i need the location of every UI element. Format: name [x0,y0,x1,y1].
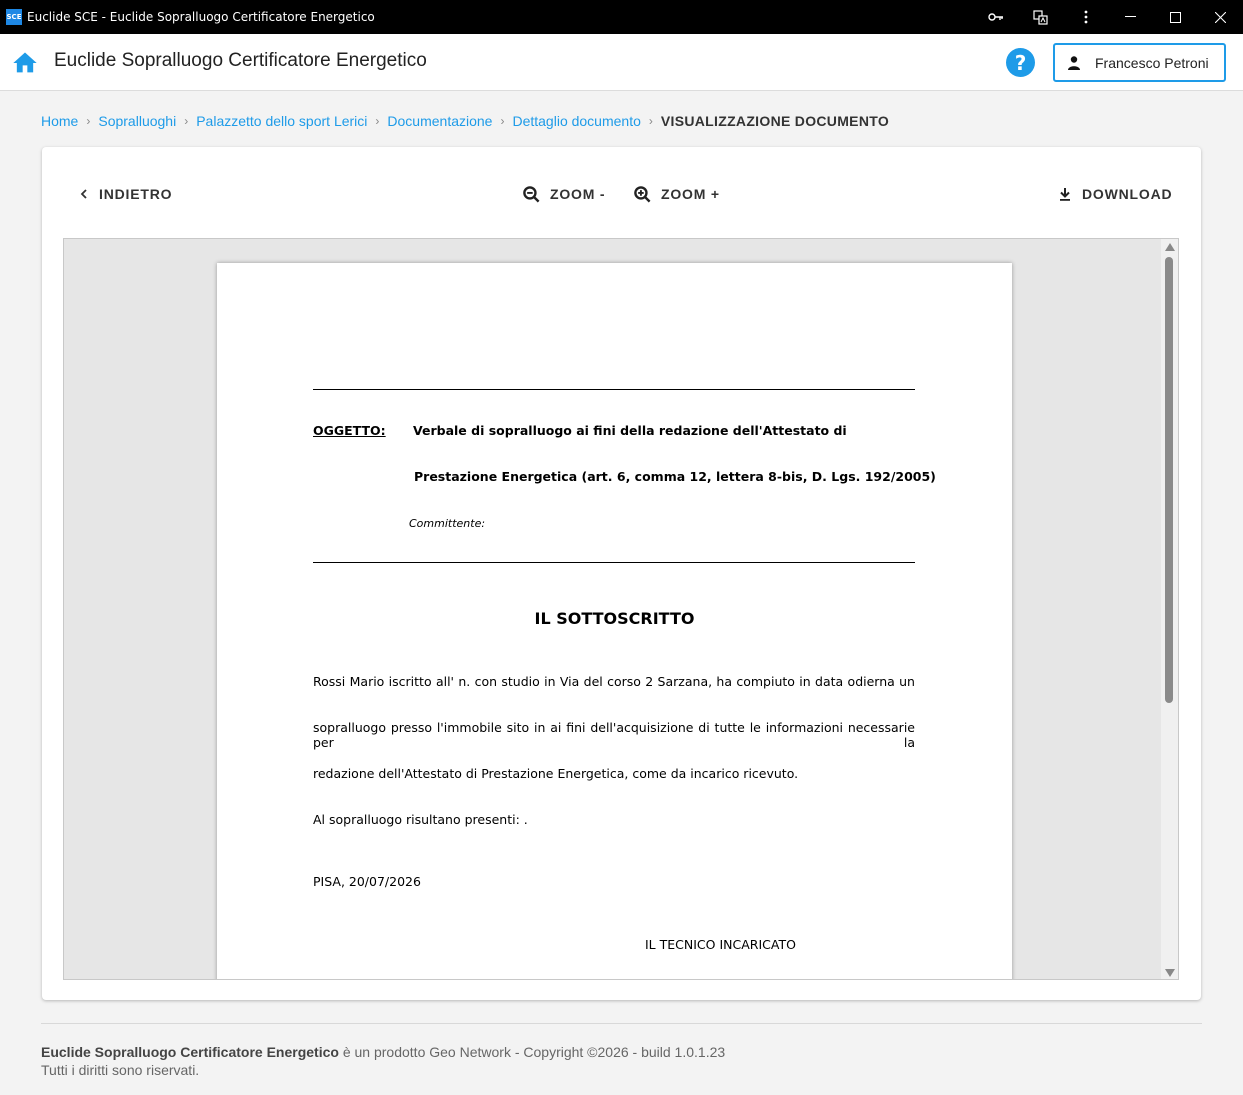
app-title: Euclide Sopralluogo Certificatore Energe… [54,50,427,71]
footer-copyright: Euclide Sopralluogo Certificatore Energe… [41,1044,725,1060]
back-label: INDIETRO [99,186,173,202]
app-header: Euclide Sopralluogo Certificatore Energe… [0,34,1243,91]
zoom-in-icon [634,185,651,202]
breadcrumb-separator: › [375,114,380,128]
breadcrumb-separator: › [500,114,505,128]
divider [313,562,915,563]
chevron-left-icon [80,189,87,199]
subject-line-2: Prestazione Energetica (art. 6, comma 12… [414,469,936,484]
home-icon[interactable] [11,49,39,77]
back-button[interactable]: INDIETRO [78,183,172,205]
present-line: Al sopralluogo risultano presenti: . [313,812,528,827]
user-menu-button[interactable]: Francesco Petroni [1053,43,1226,82]
download-button[interactable]: DOWNLOAD [1057,183,1172,205]
more-vert-icon[interactable] [1063,0,1108,34]
user-icon [1068,55,1080,70]
client-label: Committente: [409,517,486,530]
window-title: Euclide SCE - Euclide Sopralluogo Certif… [27,10,375,24]
help-icon[interactable]: ? [1006,48,1035,77]
breadcrumb-separator: › [648,114,653,128]
zoom-in-button[interactable]: ZOOM + [633,183,720,205]
zoom-out-icon [523,185,540,202]
breadcrumb-separator: › [184,114,189,128]
download-label: DOWNLOAD [1082,186,1173,202]
footer-divider [41,1023,1202,1024]
scroll-down-icon[interactable] [1165,969,1175,977]
footer-copyright-text: è un prodotto Geo Network - Copyright ©2… [338,1044,726,1060]
vertical-scrollbar[interactable] [1161,239,1178,979]
paragraph-line-1: Rossi Mario iscritto all' n. con studio … [313,674,915,689]
zoom-out-button[interactable]: ZOOM - [522,183,605,205]
document-heading: IL SOTTOSCRITTO [534,609,695,628]
breadcrumb-palazzetto[interactable]: Palazzetto dello sport Lerici [196,113,367,129]
subject-label: OGGETTO: [313,423,386,438]
scroll-thumb[interactable] [1165,257,1173,703]
place-date: PISA, 20/07/2026 [313,874,421,889]
scroll-up-icon[interactable] [1165,243,1175,251]
breadcrumb-separator: › [86,114,91,128]
maximize-icon[interactable] [1153,0,1198,34]
download-icon [1060,188,1070,201]
document-page: OGGETTO: Verbale di sopralluogo ai fini … [217,263,1012,979]
document-card: INDIETRO ZOOM - ZOOM + DOWNLOAD OGGETTO:… [42,147,1201,1000]
translate-icon[interactable] [1018,0,1063,34]
window-titlebar: SCE Euclide SCE - Euclide Sopralluogo Ce… [0,0,1243,34]
zoom-in-label: ZOOM + [661,186,720,202]
paragraph-line-3: redazione dell'Attestato di Prestazione … [313,766,799,781]
subject-line-1: Verbale di sopralluogo ai fini della red… [413,423,847,438]
divider [313,389,915,390]
key-icon[interactable] [973,0,1018,34]
window-controls [973,0,1243,34]
breadcrumb-documentazione[interactable]: Documentazione [387,113,492,129]
breadcrumb-sopralluoghi[interactable]: Sopralluoghi [98,113,176,129]
breadcrumb-current: VISUALIZZAZIONE DOCUMENTO [660,113,890,129]
breadcrumb: Home › Sopralluoghi › Palazzetto dello s… [41,113,889,129]
breadcrumb-home[interactable]: Home [41,113,78,129]
footer-product: Euclide Sopralluogo Certificatore Energe… [41,1044,339,1060]
footer-rights: Tutti i diritti sono riservati. [41,1062,200,1078]
breadcrumb-dettaglio-documento[interactable]: Dettaglio documento [512,113,640,129]
paragraph-line-2: sopralluogo presso l'immobile sito in ai… [313,720,915,750]
signature-label: IL TECNICO INCARICATO [645,937,796,952]
document-viewer[interactable]: OGGETTO: Verbale di sopralluogo ai fini … [63,238,1179,980]
app-icon: SCE [6,9,22,25]
user-name: Francesco Petroni [1095,54,1209,71]
zoom-out-label: ZOOM - [550,186,606,202]
minimize-icon[interactable] [1108,0,1153,34]
close-icon[interactable] [1198,0,1243,34]
